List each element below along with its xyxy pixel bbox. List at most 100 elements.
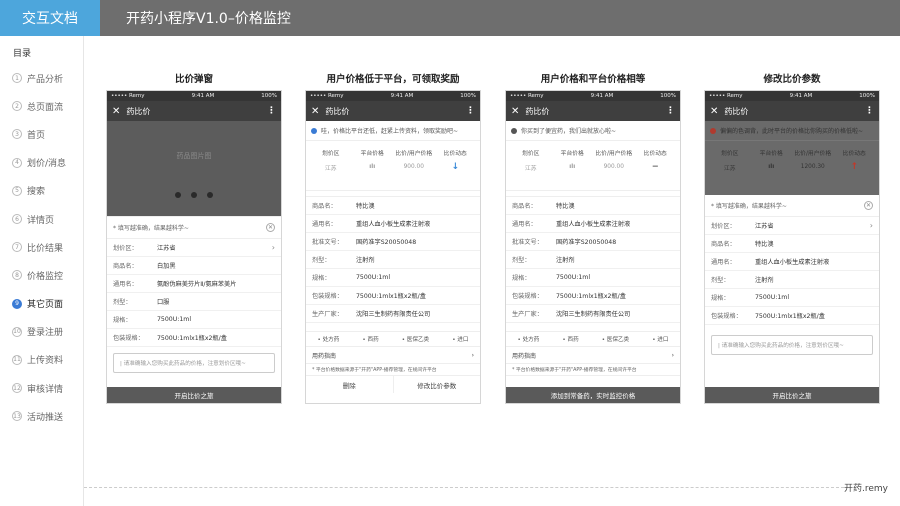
info-row: 商品名： 白加黑 (107, 257, 281, 275)
drug-guide-link[interactable]: 用药指南 › (306, 347, 480, 364)
close-circle-icon[interactable]: ✕ (266, 223, 275, 232)
carousel-dot[interactable] (207, 192, 213, 198)
row-value: 7500U:1ml (755, 294, 790, 301)
sidebar-item-label: 比价结果 (27, 243, 64, 254)
sidebar-item-label: 价格监控 (27, 271, 64, 282)
number-badge-icon: 10 (12, 326, 22, 337)
sidebar-item[interactable]: 8 价格监控 (0, 261, 83, 289)
row-label: 批准文号： (312, 239, 343, 246)
sidebar-item-label: 其它页面 (27, 300, 64, 311)
column-header: 比价动态 (643, 150, 667, 157)
nav-title: 药比价 (126, 106, 151, 116)
info-row: 规格： 7500U:1ml (306, 269, 480, 287)
carousel-dot[interactable] (191, 192, 197, 198)
drug-guide-link[interactable]: 用药指南 › (506, 347, 680, 364)
sidebar-item[interactable]: 2 总页面流 (0, 92, 83, 120)
reward-notice[interactable]: 哇，价格比平台还低，赶紧上传资料，领取奖励吧~ (306, 121, 480, 141)
close-icon[interactable]: ✕ (511, 106, 519, 117)
table-cell: 江苏 (524, 165, 537, 172)
more-icon[interactable]: ⋮ (267, 106, 276, 116)
info-row: 规格： 7500U:1ml (506, 269, 680, 287)
status-bar: ••••• Remy 9:41 AM 100% (705, 91, 879, 101)
drug-tag: • 进口 (652, 337, 669, 343)
sidebar-item[interactable]: 9 其它页面 (0, 290, 83, 318)
sidebar-item[interactable]: 11 上传资料 (0, 346, 83, 374)
sidebar-item-label: 详情页 (27, 215, 55, 226)
chart-mini-icon: ılı (569, 164, 576, 170)
start-compare-button[interactable]: 开启比价之旅 (705, 387, 879, 403)
number-badge-icon: 12 (12, 383, 22, 394)
info-row: 剂型： 口服 (107, 293, 281, 311)
close-circle-icon[interactable]: ✕ (864, 201, 873, 210)
price-input[interactable]: | 请准确输入您购买此药品的价格，注意划价区哦~ (711, 335, 873, 355)
delete-button[interactable]: 删除 (306, 376, 394, 393)
data-source-note: * 平台价格数据来源于"开药"APP-播荐管理，在规间许平台 (506, 364, 680, 376)
more-icon[interactable]: ⋮ (865, 106, 874, 116)
row-label: 划价区： (113, 245, 138, 252)
sidebar-list: 1 产品分析 2 总页面流 3 首页 4 划价/消息 5 搜索 6 详情页 7 比价结果 8 价格监控 9 其它页… (0, 64, 83, 430)
brand-label: 交互文档 (0, 0, 100, 36)
row-value: 白加黑 (157, 263, 176, 270)
footer-credit: 开药.remy (844, 484, 888, 494)
table-cell: 江苏 (324, 165, 337, 172)
sidebar-item[interactable]: 10 登录注册 (0, 318, 83, 346)
dimmed-overlay: 偏偏的色调背，此时平台的价格比你购买的价格低啦~ 划价区 平台价格 比价/用户价格 比… (705, 121, 879, 195)
drug-tag: • 医保乙类 (601, 337, 630, 343)
sidebar-item[interactable]: 5 搜索 (0, 177, 83, 205)
number-badge-icon: 6 (12, 214, 22, 225)
number-badge-icon: 3 (12, 129, 22, 140)
form-rows: 划价区： 江苏省 › 商品名： 特比澳 通用名： 重组人血小板生成素注射液 剂型： 注射剂 规格：… (705, 217, 879, 325)
info-row: 商品名： 特比澳 (506, 197, 680, 215)
carousel-dot[interactable] (175, 192, 181, 198)
table-cell: 1200.30 (800, 164, 825, 170)
sidebar-item[interactable]: 7 比价结果 (0, 233, 83, 261)
table-cell: 900.00 (403, 164, 424, 170)
edit-params-button[interactable]: 修改比价参数 (394, 376, 481, 393)
more-icon[interactable]: ⋮ (666, 106, 675, 116)
table-row: 江苏 ılı 1200.30 ↑ (705, 159, 879, 175)
row-label: 规格： (512, 275, 531, 282)
row-label: 通用名： (113, 281, 138, 288)
column-header: 平台价格 (560, 150, 584, 157)
number-badge-icon: 11 (12, 354, 22, 365)
close-icon[interactable]: ✕ (112, 106, 120, 117)
row-value: 7500U:1ml (556, 274, 591, 281)
table-header: 划价区 平台价格 比价/用户价格 比价动态 (506, 145, 680, 159)
price-input[interactable]: | 请准确输入您购买此药品的价格，注意划价区哦~ (113, 353, 275, 373)
sidebar-item[interactable]: 13 活动推送 (0, 402, 83, 430)
table-cell: 江苏 (723, 165, 736, 172)
sidebar-item[interactable]: 6 详情页 (0, 205, 83, 233)
nav-bar: ✕ 药比价 ⋮ (107, 101, 281, 121)
add-to-stock-button[interactable]: 添加到常备药，实时监控价格 (506, 387, 680, 403)
more-icon[interactable]: ⋮ (466, 106, 475, 116)
column-header: 划价区 (721, 150, 739, 157)
row-value: 氨酚伪麻美芬片Ⅱ/氨麻苯美片 (157, 281, 237, 288)
chevron-right-icon: › (671, 351, 674, 359)
compare-table: 划价区 平台价格 比价/用户价格 比价动态 江苏 ılı 900.00 — (506, 145, 680, 191)
info-row: 包装规格： 7500U:1mlx1瓶x2瓶/盒 (107, 329, 281, 347)
info-row[interactable]: 划价区： 江苏省 › (107, 239, 281, 257)
clock-label: 9:41 AM (390, 93, 414, 99)
warning-notice: 偏偏的色调背，此时平台的价格比你购买的价格低啦~ (705, 121, 879, 141)
close-icon[interactable]: ✕ (311, 106, 319, 117)
table-header: 划价区 平台价格 比价/用户价格 比价动态 (705, 145, 879, 159)
screen-title-4: 修改比价参数 (763, 74, 821, 85)
row-value: 国药准字S20050048 (356, 239, 417, 246)
close-icon[interactable]: ✕ (710, 106, 718, 117)
sidebar-item-label: 产品分析 (27, 74, 64, 85)
compare-table: 划价区 平台价格 比价/用户价格 比价动态 江苏 ılı 900.00 ↓ (306, 145, 480, 191)
row-value: 重组人血小板生成素注射液 (356, 221, 431, 228)
row-value: 重组人血小板生成素注射液 (556, 221, 631, 228)
sidebar-item[interactable]: 4 划价/消息 (0, 149, 83, 177)
equal-notice[interactable]: 你买到了便宜药，我们出就放心啦~ (506, 121, 680, 141)
info-row: 批准文号： 国药准字S20050048 (506, 233, 680, 251)
table-cell: 900.00 (603, 164, 624, 170)
sidebar-item[interactable]: 1 产品分析 (0, 64, 83, 92)
start-compare-button[interactable]: 开启比价之旅 (107, 387, 281, 403)
status-bar: ••••• Remy 9:41 AM 100% (107, 91, 281, 101)
sidebar-item[interactable]: 12 审核详情 (0, 374, 83, 402)
info-row[interactable]: 划价区： 江苏省 › (705, 217, 879, 235)
info-dot-icon (511, 127, 517, 134)
sidebar-item[interactable]: 3 首页 (0, 120, 83, 148)
info-dot-icon (311, 127, 317, 134)
